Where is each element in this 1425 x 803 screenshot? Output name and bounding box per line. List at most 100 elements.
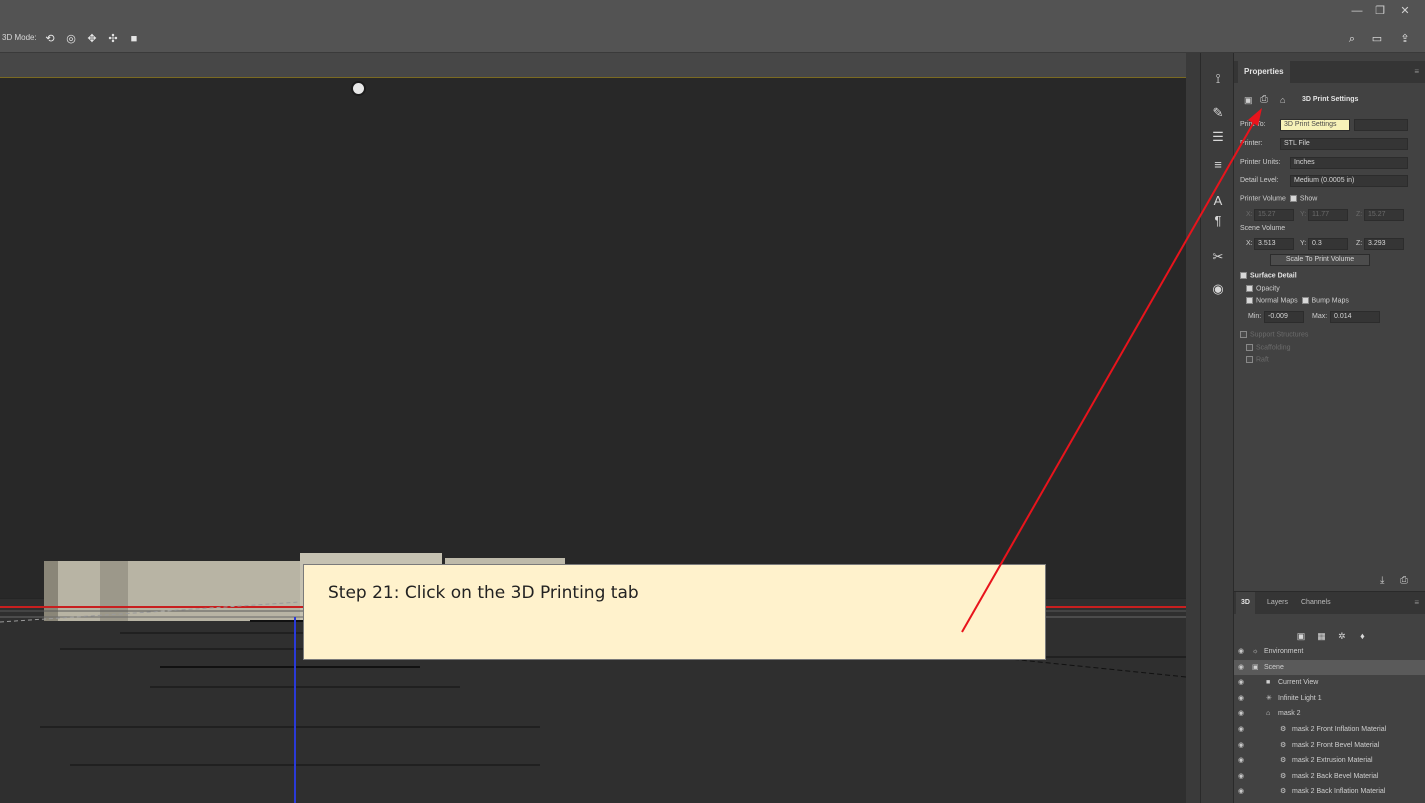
mesh-filter-icon[interactable]: ▦ [1314, 631, 1328, 643]
panel-collapse-strip[interactable] [1186, 53, 1200, 803]
support-checkbox[interactable] [1240, 331, 1247, 338]
camera-3d-icon[interactable]: ■ [127, 32, 141, 46]
tools-icon[interactable]: ✂ [1210, 249, 1226, 265]
layer-row[interactable]: ◉ ⚙ mask 2 Back Inflation Material [1234, 784, 1425, 799]
layer-row[interactable]: ◉ ⌂ mask 2 [1234, 706, 1425, 721]
rotate-3d-icon[interactable]: ⟲ [43, 32, 57, 46]
camera-icon[interactable]: ⌂ [1280, 95, 1285, 105]
layer-type-icon: ▣ [1252, 663, 1259, 671]
close-button[interactable]: ✕ [1398, 4, 1412, 18]
scene-volume-label: Scene Volume [1240, 225, 1286, 232]
section-title: 3D Print Settings [1302, 96, 1359, 103]
slide-3d-icon[interactable]: ✣ [106, 32, 120, 46]
detail-level-select[interactable]: Medium (0.0005 in) [1290, 175, 1408, 187]
brush-preset-icon[interactable]: ≡ [1210, 157, 1226, 173]
scene-icon[interactable]: ▣ [1244, 95, 1253, 106]
scale-to-print-volume-button[interactable]: Scale To Print Volume [1270, 254, 1370, 266]
sv-z-field[interactable]: 3.293 [1364, 238, 1404, 250]
normal-maps-label: Normal Maps [1256, 297, 1298, 305]
layer-label: Infinite Light 1 [1278, 694, 1322, 702]
minimize-button[interactable]: — [1350, 4, 1364, 18]
print-icon[interactable]: ⎙ [1400, 575, 1408, 586]
printer-volume-row: Printer Volume Show [1240, 195, 1317, 202]
search-icon[interactable]: ⌕ [1345, 32, 1359, 46]
layer-row[interactable]: ◉ ⚙ mask 2 Front Bevel Material [1234, 738, 1425, 753]
sv-y-field[interactable]: 0.3 [1308, 238, 1348, 250]
visibility-eye-icon[interactable]: ◉ [1238, 753, 1244, 768]
material-filter-icon[interactable]: ✲ [1335, 631, 1349, 643]
visibility-eye-icon[interactable]: ◉ [1238, 644, 1244, 659]
layer-row[interactable]: ◉ ⚙ mask 2 Back Bevel Material [1234, 769, 1425, 784]
panel-menu-icon[interactable]: ≡ [1414, 67, 1419, 76]
surface-detail-checkbox[interactable] [1240, 272, 1247, 279]
properties-panel: Properties ≡ ▣ ⎙ ⌂ 3D Print Settings Pri… [1234, 53, 1425, 591]
properties-tab-bar: Properties ≡ [1234, 61, 1425, 83]
sv-y-label: Y: [1300, 240, 1307, 247]
pv-z-field[interactable]: 15.27 [1364, 209, 1404, 221]
print-to-dropdown[interactable] [1354, 119, 1408, 131]
scene-filter-icon[interactable]: ▣ [1294, 631, 1308, 643]
3d-icon[interactable]: ◉ [1210, 281, 1226, 297]
title-bar: — ❐ ✕ [0, 0, 1425, 26]
3d-mode-label: 3D Mode: [2, 33, 37, 42]
paragraph-icon[interactable]: ¶ [1210, 213, 1226, 229]
pv-y-field[interactable]: 11.77 [1308, 209, 1348, 221]
layer-row[interactable]: ◉ ■ Current View [1234, 675, 1425, 690]
min-field[interactable]: -0.009 [1264, 311, 1304, 323]
layer-row[interactable]: ◉ ⚙ mask 2 Front Inflation Material [1234, 722, 1425, 737]
brush-icon[interactable]: ✎ [1210, 105, 1226, 121]
roll-3d-icon[interactable]: ◎ [64, 32, 78, 46]
visibility-eye-icon[interactable]: ◉ [1238, 706, 1244, 721]
opacity-checkbox[interactable] [1246, 285, 1253, 292]
restore-button[interactable]: ❐ [1373, 4, 1387, 18]
sv-z-label: Z: [1356, 240, 1363, 247]
share-icon[interactable]: ⇪ [1398, 32, 1412, 46]
layer-row[interactable]: ◉ ⚙ mask 2 Extrusion Material [1234, 753, 1425, 768]
printer-select[interactable]: STL File [1280, 138, 1408, 150]
show-checkbox[interactable] [1289, 195, 1297, 202]
layer-label: mask 2 [1278, 710, 1301, 718]
bump-maps-checkbox[interactable] [1301, 297, 1309, 304]
panel-menu-icon[interactable]: ≡ [1414, 598, 1419, 607]
layer-row[interactable]: ◉ ▣ Scene [1234, 659, 1425, 675]
tab-channels[interactable]: Channels [1296, 592, 1336, 614]
layer-label: mask 2 Back Bevel Material [1292, 772, 1379, 780]
max-field[interactable]: 0.014 [1330, 311, 1380, 323]
normal-maps-checkbox[interactable] [1246, 297, 1253, 304]
tab-properties[interactable]: Properties [1238, 61, 1290, 83]
visibility-eye-icon[interactable]: ◉ [1238, 660, 1244, 675]
print-to-label: Print To: [1240, 121, 1266, 128]
visibility-eye-icon[interactable]: ◉ [1238, 722, 1244, 737]
tab-layers[interactable]: Layers [1262, 592, 1293, 614]
layer-label: mask 2 Extrusion Material [1292, 757, 1373, 765]
history-icon[interactable]: ⟟ [1210, 71, 1226, 87]
visibility-eye-icon[interactable]: ◉ [1238, 784, 1244, 799]
visibility-eye-icon[interactable]: ◉ [1238, 738, 1244, 753]
canvas[interactable] [0, 77, 1186, 803]
support-label: Support Structures [1250, 331, 1309, 339]
drag-3d-icon[interactable]: ✥ [85, 32, 99, 46]
pv-x-field[interactable]: 15.27 [1254, 209, 1294, 221]
visibility-eye-icon[interactable]: ◉ [1238, 769, 1244, 784]
layer-row[interactable]: ◉ ☼ Environment [1234, 644, 1425, 659]
layer-type-icon: ■ [1266, 679, 1271, 687]
light-widget[interactable] [351, 81, 366, 96]
visibility-eye-icon[interactable]: ◉ [1238, 691, 1244, 706]
character-icon[interactable]: A [1210, 193, 1226, 209]
3d-print-icon[interactable]: ⎙ [1260, 94, 1268, 105]
layer-row[interactable]: ◉ ✳ Infinite Light 1 [1234, 691, 1425, 706]
printer-units-select[interactable]: Inches [1290, 157, 1408, 169]
scaffolding-checkbox[interactable] [1246, 344, 1253, 351]
workspace-icon[interactable]: ▭ [1370, 32, 1384, 46]
panel-tab-bar: 3D Layers Channels ≡ [1234, 592, 1425, 614]
visibility-eye-icon[interactable]: ◉ [1238, 675, 1244, 690]
adjust-icon[interactable]: ☰ [1210, 129, 1226, 145]
light-filter-icon[interactable]: ♦ [1355, 631, 1369, 643]
tab-3d[interactable]: 3D [1236, 592, 1255, 614]
print-to-select[interactable]: 3D Print Settings [1280, 119, 1350, 131]
3d-object[interactable] [44, 561, 300, 621]
sv-x-field[interactable]: 3.513 [1254, 238, 1294, 250]
surface-detail-row: Surface Detail [1240, 272, 1297, 279]
export-icon[interactable]: ⤓ [1380, 575, 1384, 586]
raft-checkbox[interactable] [1246, 356, 1253, 363]
